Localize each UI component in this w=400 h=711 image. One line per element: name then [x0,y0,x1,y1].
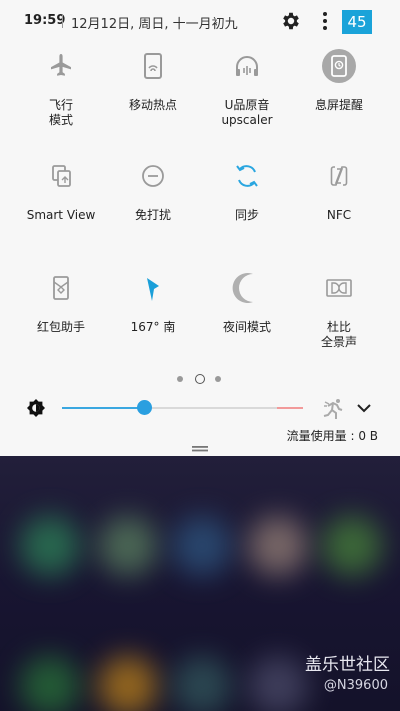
airplane-icon [51,54,71,76]
dolby-icon [326,279,352,297]
status-bar: 19:59 12月12日, 周日, 十一月初九 45 [0,0,400,44]
app-icon-blur [248,516,308,576]
red-envelope-icon [53,276,69,300]
more-options-icon[interactable] [318,11,332,31]
app-icon-blur [20,656,80,711]
tile-label: 息屏提醒 [314,98,363,112]
smart-view-icon [52,165,71,187]
tile-do-not-disturb[interactable]: 免打扰 [108,156,198,223]
brightness-warning-zone [277,407,303,409]
tile-label: 杜比 全景声 [320,320,357,349]
settings-gear-icon[interactable] [280,10,302,32]
divider [62,14,63,28]
tile-nfc[interactable]: NFC [294,156,384,223]
app-icon-blur [172,656,232,711]
upscaler-icon [236,56,258,76]
app-icon-blur [98,516,158,576]
auto-brightness-icon[interactable] [322,398,346,420]
account-badge[interactable]: 45 [342,10,372,34]
tile-label: 免打扰 [134,208,171,222]
tile-label: 167° 南 [130,320,176,334]
watermark-user: @N39600 [323,678,388,693]
clock: 19:59 [24,13,66,28]
tile-night-mode[interactable]: 夜间模式 [202,268,292,335]
night-mode-icon [232,273,253,303]
page-dot[interactable] [177,376,183,382]
do-not-disturb-icon [142,165,164,187]
watermark-brand: 盖乐世社区 [305,655,390,675]
tile-label: 夜间模式 [222,320,271,334]
tile-label: U品原音 upscaler [221,98,273,127]
date-text[interactable]: 12月12日, 周日, 十一月初九 [71,13,238,32]
page-dot-active[interactable] [195,374,205,384]
nfc-icon [330,166,348,186]
sync-icon [236,165,258,187]
chevron-down-icon[interactable] [356,401,372,415]
app-icon-blur [98,656,158,711]
tile-compass[interactable]: 167° 南 [108,268,198,335]
compass-icon [147,278,159,301]
page-indicator [0,372,400,386]
tile-mobile-hotspot[interactable]: 移动热点 [108,44,198,113]
app-icon-blur [20,516,80,576]
tile-label: 飞行 模式 [48,98,73,127]
tile-label: NFC [326,208,352,222]
tile-upscaler[interactable]: U品原音 upscaler [202,44,292,128]
hotspot-icon [144,53,162,79]
brightness-slider[interactable] [62,400,303,415]
tile-label: 移动热点 [128,98,177,112]
tile-label: 红包助手 [36,320,85,334]
quick-settings-panel: 19:59 12月12日, 周日, 十一月初九 45 飞行 模式 移动热点 U品… [0,0,400,456]
app-icon-blur [172,516,232,576]
brightness-level-fill [62,407,144,409]
tile-airplane-mode[interactable]: 飞行 模式 [16,44,106,128]
tile-red-envelope-assistant[interactable]: 红包助手 [16,268,106,335]
tile-label: 同步 [234,208,259,222]
blurred-home-screen: 盖乐世社区 @N39600 [0,456,400,711]
brightness-icon [27,399,45,417]
always-on-display-icon [322,49,356,83]
tile-dolby-atmos[interactable]: 杜比 全景声 [294,268,384,350]
app-icon-blur [248,656,308,711]
tile-label: Smart View [26,208,96,222]
tile-always-on-display[interactable]: 息屏提醒 [294,44,384,113]
brightness-slider-thumb[interactable] [137,400,152,415]
drag-handle-icon[interactable] [192,446,208,452]
data-usage-text: 流量使用量 : 0 B [286,429,378,443]
page-dot[interactable] [215,376,221,382]
tile-sync[interactable]: 同步 [202,156,292,223]
tile-smart-view[interactable]: Smart View [16,156,106,223]
app-icon-blur [322,516,382,576]
